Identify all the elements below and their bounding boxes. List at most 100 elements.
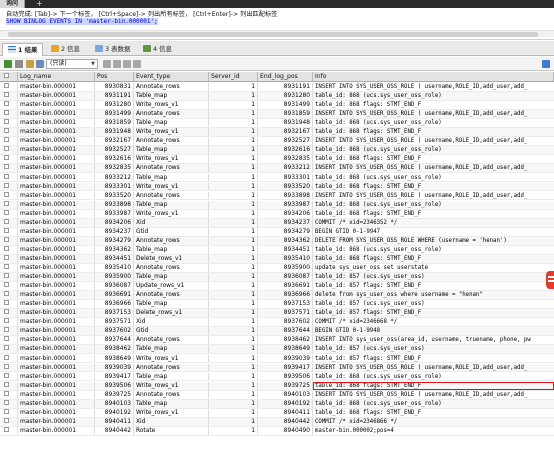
cell-log-name[interactable]: master-bin.000001 (18, 164, 95, 173)
cell-event-type[interactable]: Table_map (134, 119, 209, 128)
cell-info[interactable]: table_id: 868 flags: STMT_END_F (313, 409, 554, 417)
table-row[interactable]: master-bin.000001 8933987 Write_rows_v1 1 89… (0, 209, 554, 219)
cell-server-id[interactable]: 1 (209, 273, 258, 281)
row-checkbox[interactable] (0, 119, 18, 128)
cell-end-log-pos[interactable]: 8936087 (258, 273, 313, 281)
table-row[interactable]: master-bin.000001 8932167 Annotate_rows 1 89… (0, 137, 554, 147)
cell-end-log-pos[interactable]: 8939725 (258, 381, 313, 390)
cell-info[interactable]: BEGIN GTID 0-1-9948 (313, 327, 554, 335)
cell-log-name[interactable]: master-bin.000001 (18, 354, 95, 363)
cell-end-log-pos[interactable]: 8940192 (258, 399, 313, 408)
cell-end-log-pos[interactable]: 8938649 (258, 345, 313, 354)
cell-server-id[interactable]: 1 (209, 155, 258, 164)
form-view-icon[interactable] (36, 60, 44, 68)
cell-pos[interactable]: 8931859 (95, 119, 134, 128)
cell-info[interactable]: table_id: 868 flags: STMT_END_F (313, 128, 554, 136)
cell-log-name[interactable]: master-bin.000001 (18, 227, 95, 236)
cell-log-name[interactable]: master-bin.000001 (18, 146, 95, 155)
cell-pos[interactable]: 8939506 (95, 381, 134, 390)
row-checkbox[interactable] (0, 363, 18, 372)
table-row[interactable]: master-bin.000001 8939417 Table_map 1 893950… (0, 372, 554, 382)
row-checkbox[interactable] (0, 146, 18, 155)
cell-pos[interactable]: 8933898 (95, 200, 134, 209)
cell-event-type[interactable]: Write_rows_v1 (134, 381, 209, 390)
table-row[interactable]: master-bin.000001 8939506 Write_rows_v1 1 89… (0, 381, 554, 391)
cell-info[interactable]: table_id: 868 flags: STMT_END_F (313, 210, 554, 218)
row-checkbox[interactable] (0, 417, 18, 426)
cell-pos[interactable]: 8930831 (95, 83, 134, 91)
row-checkbox[interactable] (0, 155, 18, 164)
results-grid[interactable]: Log_name Pos Event_type Server_id End_lo… (0, 72, 554, 467)
row-checkbox[interactable] (0, 354, 18, 363)
table-row[interactable]: master-bin.000001 8938462 Table_map 1 893864… (0, 345, 554, 355)
row-checkbox[interactable] (0, 128, 18, 137)
row-checkbox[interactable] (0, 300, 18, 309)
cell-end-log-pos[interactable]: 8939506 (258, 372, 313, 381)
table-row[interactable]: master-bin.000001 8931191 Table_map 1 893128… (0, 92, 554, 101)
cell-event-type[interactable]: Update_rows_v1 (134, 282, 209, 290)
cell-info[interactable]: COMMIT /* xid=2346352 */ (313, 219, 554, 227)
row-checkbox[interactable] (0, 408, 18, 417)
table-row[interactable]: master-bin.000001 8931499 Annotate_rows 1 89… (0, 110, 554, 120)
table-row[interactable]: master-bin.000001 8932527 Table_map 1 893261… (0, 146, 554, 156)
cell-pos[interactable]: 8932527 (95, 146, 134, 155)
cell-pos[interactable]: 8934362 (95, 245, 134, 254)
row-checkbox[interactable] (0, 101, 18, 109)
cell-server-id[interactable]: 1 (209, 173, 258, 182)
table-row[interactable]: master-bin.000001 8937602 Gtid 1 8937644 BEGI… (0, 327, 554, 337)
cell-pos[interactable]: 8939417 (95, 372, 134, 381)
cell-server-id[interactable]: 1 (209, 110, 258, 119)
cell-log-name[interactable]: master-bin.000001 (18, 372, 95, 381)
cell-pos[interactable]: 8940103 (95, 399, 134, 408)
cell-end-log-pos[interactable]: 8934451 (258, 245, 313, 254)
cell-server-id[interactable]: 1 (209, 92, 258, 100)
cell-pos[interactable]: 8938649 (95, 354, 134, 363)
row-checkbox[interactable] (0, 254, 18, 263)
table-row[interactable]: master-bin.000001 8935410 Annotate_rows 1 89… (0, 264, 554, 273)
cell-end-log-pos[interactable]: 8938462 (258, 336, 313, 345)
cell-event-type[interactable]: Annotate_rows (134, 137, 209, 146)
scroll-marker-icon[interactable] (546, 271, 554, 289)
cell-log-name[interactable]: master-bin.000001 (18, 209, 95, 218)
cell-server-id[interactable]: 1 (209, 236, 258, 245)
cell-end-log-pos[interactable]: 8937571 (258, 309, 313, 318)
cell-log-name[interactable]: master-bin.000001 (18, 264, 95, 272)
cell-pos[interactable]: 8934451 (95, 254, 134, 263)
cell-server-id[interactable]: 1 (209, 191, 258, 200)
cell-server-id[interactable]: 1 (209, 345, 258, 354)
cell-pos[interactable]: 8933520 (95, 191, 134, 200)
table-row[interactable]: master-bin.000001 8940103 Table_map 1 894019… (0, 399, 554, 409)
table-row[interactable]: master-bin.000001 8934451 Delete_rows_v1 1 8… (0, 254, 554, 264)
column-header-info[interactable]: Info (313, 72, 554, 81)
table-row[interactable]: master-bin.000001 8935900 Table_map 1 893608… (0, 273, 554, 282)
table-row[interactable]: master-bin.000001 8939039 Annotate_rows 1 89… (0, 363, 554, 373)
cell-log-name[interactable]: master-bin.000001 (18, 155, 95, 164)
row-checkbox[interactable] (0, 309, 18, 318)
cell-end-log-pos[interactable]: 8931499 (258, 101, 313, 109)
cell-server-id[interactable]: 1 (209, 119, 258, 128)
row-checkbox[interactable] (0, 291, 18, 300)
cell-end-log-pos[interactable]: 8933520 (258, 182, 313, 191)
table-row[interactable]: master-bin.000001 8934279 Annotate_rows 1 89… (0, 236, 554, 246)
cell-server-id[interactable]: 1 (209, 318, 258, 327)
cell-event-type[interactable]: Table_map (134, 372, 209, 381)
cell-pos[interactable]: 8932835 (95, 164, 134, 173)
cell-event-type[interactable]: Annotate_rows (134, 164, 209, 173)
cell-event-type[interactable]: Annotate_rows (134, 264, 209, 272)
cell-info[interactable]: INSERT INTO SYS_USER_OSS_ROLE ( username… (313, 137, 554, 145)
cell-info[interactable]: INSERT INTO SYS_USER_OSS_ROLE ( username… (313, 164, 554, 172)
cell-log-name[interactable]: master-bin.000001 (18, 318, 95, 327)
row-checkbox[interactable] (0, 200, 18, 209)
row-checkbox[interactable] (0, 273, 18, 281)
cell-info[interactable]: table_id: 868 (ucs.sys_user_oss_role) (313, 246, 554, 254)
cell-info[interactable]: BEGIN GTID 0-1-9947 (313, 228, 554, 236)
cell-info[interactable]: table_id: 868 (ucs.sys_user_oss_role) (313, 92, 554, 100)
table-row[interactable]: master-bin.000001 8932835 Annotate_rows 1 89… (0, 164, 554, 174)
cell-info[interactable]: table_id: 868 (ucs.sys_user_oss_role) (313, 201, 554, 209)
cell-info[interactable]: table_id: 857 (ucs.sys_user_oss) (313, 345, 554, 353)
cell-end-log-pos[interactable]: 8933898 (258, 191, 313, 200)
table-row[interactable]: master-bin.000001 8938649 Write_rows_v1 1 89… (0, 354, 554, 364)
cell-event-type[interactable]: Table_map (134, 92, 209, 100)
cell-pos[interactable]: 8940411 (95, 417, 134, 426)
cell-end-log-pos[interactable]: 8932616 (258, 146, 313, 155)
